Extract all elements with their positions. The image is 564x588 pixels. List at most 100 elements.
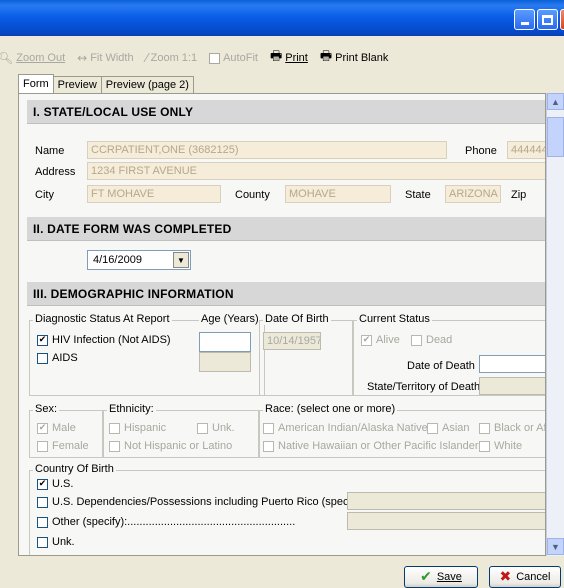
chevron-down-icon[interactable]: ▼: [173, 252, 189, 268]
print-blank-button[interactable]: 🖶︎ Print Blank: [320, 47, 388, 69]
us-dependencies-field[interactable]: [347, 492, 545, 510]
tab-form[interactable]: Form: [18, 74, 54, 93]
autofit-label: AutoFit: [223, 52, 258, 64]
zoom-out-label: Zoom Out: [16, 52, 66, 64]
close-button[interactable]: ✕: [560, 9, 564, 30]
asian-label: Asian: [442, 422, 470, 434]
fit-width-icon: ↔: [77, 51, 88, 65]
white-checkbox[interactable]: White: [479, 440, 522, 452]
printer-icon: 🖶︎: [269, 49, 283, 64]
scroll-down-icon[interactable]: ▼: [547, 538, 564, 555]
country-unk-label: Unk.: [52, 536, 75, 548]
section-header-local: I. STATE/LOCAL USE ONLY: [27, 100, 545, 124]
tab-strip: Form Preview Preview (page 2): [18, 74, 194, 94]
city-field[interactable]: FT MOHAVE: [87, 185, 221, 203]
checkbox-box: [263, 422, 274, 434]
aids-checkbox[interactable]: AIDS: [37, 352, 78, 364]
age-input[interactable]: [199, 332, 251, 352]
country-unk-checkbox[interactable]: Unk.: [37, 536, 75, 548]
vertical-scrollbar[interactable]: ▲ ▼: [546, 93, 564, 556]
dob-title: Date Of Birth: [263, 313, 331, 325]
white-label: White: [494, 440, 523, 452]
zip-label: Zip: [511, 189, 527, 201]
male-checkbox[interactable]: ✔ Male: [37, 422, 76, 434]
checkbox-box: [427, 422, 438, 434]
date-of-death-field[interactable]: [479, 355, 545, 373]
other-label: Other (specify):........................…: [52, 516, 296, 528]
us-label: U.S.: [52, 478, 74, 490]
sex-title: Sex:: [33, 403, 60, 415]
save-button[interactable]: ✔ Save: [404, 566, 478, 588]
asian-checkbox[interactable]: Asian: [427, 422, 470, 434]
date-of-death-label: Date of Death: [407, 360, 475, 372]
dob-field[interactable]: 10/14/1957: [263, 332, 321, 350]
us-checkbox[interactable]: ✔ U.S.: [37, 478, 73, 490]
date-completed-select[interactable]: 4/16/2009 ▼: [87, 250, 191, 270]
ethnicity-unk-checkbox[interactable]: Unk.: [197, 422, 235, 434]
dead-checkbox[interactable]: Dead: [411, 334, 452, 346]
section-header-date: II. DATE FORM WAS COMPLETED: [27, 217, 545, 241]
dead-label: Dead: [426, 334, 453, 346]
county-field[interactable]: MOHAVE: [285, 185, 391, 203]
native-hawaiian-label: Native Hawaiian or Other Pacific Islande…: [278, 440, 479, 452]
state-of-death-label: State/Territory of Death: [367, 381, 481, 393]
toolbar: 🔍︎ Zoom Out ↔ Fit Width ⁄ Zoom 1:1 AutoFit …: [0, 47, 564, 69]
check-icon: ✔: [37, 478, 48, 490]
age-input-2[interactable]: [199, 352, 251, 372]
cancel-label: Cancel: [516, 571, 551, 583]
alive-checkbox[interactable]: ✔ Alive: [361, 334, 400, 346]
american-indian-checkbox[interactable]: American Indian/Alaska Native: [263, 422, 428, 434]
zoom-1-1-button[interactable]: ⁄ Zoom 1:1: [146, 51, 197, 65]
fit-width-button[interactable]: ↔ Fit Width: [77, 51, 133, 65]
minimize-button[interactable]: [514, 9, 535, 30]
aids-label: AIDS: [52, 352, 78, 364]
scroll-up-icon[interactable]: ▲: [547, 93, 564, 110]
checkbox-box: [109, 440, 120, 452]
tab-preview[interactable]: Preview: [52, 76, 102, 93]
country-title: Country Of Birth: [33, 463, 116, 475]
zoom-icon: ⁄: [145, 51, 148, 65]
current-status-title: Current Status: [357, 313, 432, 325]
checkbox-box: [479, 440, 490, 452]
autofit-checkbox[interactable]: AutoFit: [209, 52, 258, 64]
black-checkbox[interactable]: Black or Afri: [479, 422, 546, 434]
cancel-button[interactable]: ✖ Cancel: [489, 566, 561, 588]
check-icon: ✔: [37, 334, 48, 346]
scroll-thumb[interactable]: [547, 117, 564, 157]
hispanic-checkbox[interactable]: Hispanic: [109, 422, 166, 434]
phone-field[interactable]: 4444444: [507, 141, 545, 159]
state-label: State: [405, 189, 431, 201]
print-button[interactable]: 🖶︎ Print: [270, 47, 308, 69]
not-hispanic-checkbox[interactable]: Not Hispanic or Latino: [109, 440, 232, 452]
save-label: Save: [436, 571, 462, 583]
name-field[interactable]: CCRPATIENT,ONE (3682125): [87, 141, 447, 159]
magnifier-icon: 🔍︎: [0, 51, 14, 65]
state-field[interactable]: ARIZONA: [445, 185, 501, 203]
window-titlebar: ✕: [0, 0, 564, 36]
form-panel: I. STATE/LOCAL USE ONLY Name CCRPATIENT,…: [18, 93, 546, 556]
address-field[interactable]: 1234 FIRST AVENUE: [87, 162, 545, 180]
black-label: Black or Afri: [494, 422, 546, 434]
state-of-death-field[interactable]: [479, 377, 545, 395]
checkbox-box: [37, 496, 48, 508]
us-dependencies-checkbox[interactable]: U.S. Dependencies/Possessions including …: [37, 496, 366, 508]
address-label: Address: [35, 166, 76, 178]
date-completed-value: 4/16/2009: [93, 254, 142, 266]
ethnicity-unk-label: Unk.: [212, 422, 235, 434]
maximize-button[interactable]: [537, 9, 558, 30]
hispanic-label: Hispanic: [124, 422, 167, 434]
ethnicity-title: Ethnicity:: [107, 403, 156, 415]
hiv-checkbox[interactable]: ✔ HIV Infection (Not AIDS): [37, 334, 171, 346]
female-checkbox[interactable]: Female: [37, 440, 89, 452]
other-checkbox[interactable]: Other (specify):........................…: [37, 516, 295, 528]
checkbox-box: [37, 440, 48, 452]
checkmark-icon: ✔: [420, 569, 432, 585]
hiv-label: HIV Infection (Not AIDS): [52, 334, 171, 346]
tab-preview-page-2[interactable]: Preview (page 2): [100, 76, 194, 93]
native-hawaiian-checkbox[interactable]: Native Hawaiian or Other Pacific Islande…: [263, 440, 479, 452]
other-field[interactable]: [347, 512, 545, 530]
checkbox-box: [37, 352, 48, 364]
zoom-out-button[interactable]: 🔍︎ Zoom Out: [0, 51, 65, 65]
male-label: Male: [52, 422, 76, 434]
diagnostic-title: Diagnostic Status At Report: [33, 313, 172, 325]
